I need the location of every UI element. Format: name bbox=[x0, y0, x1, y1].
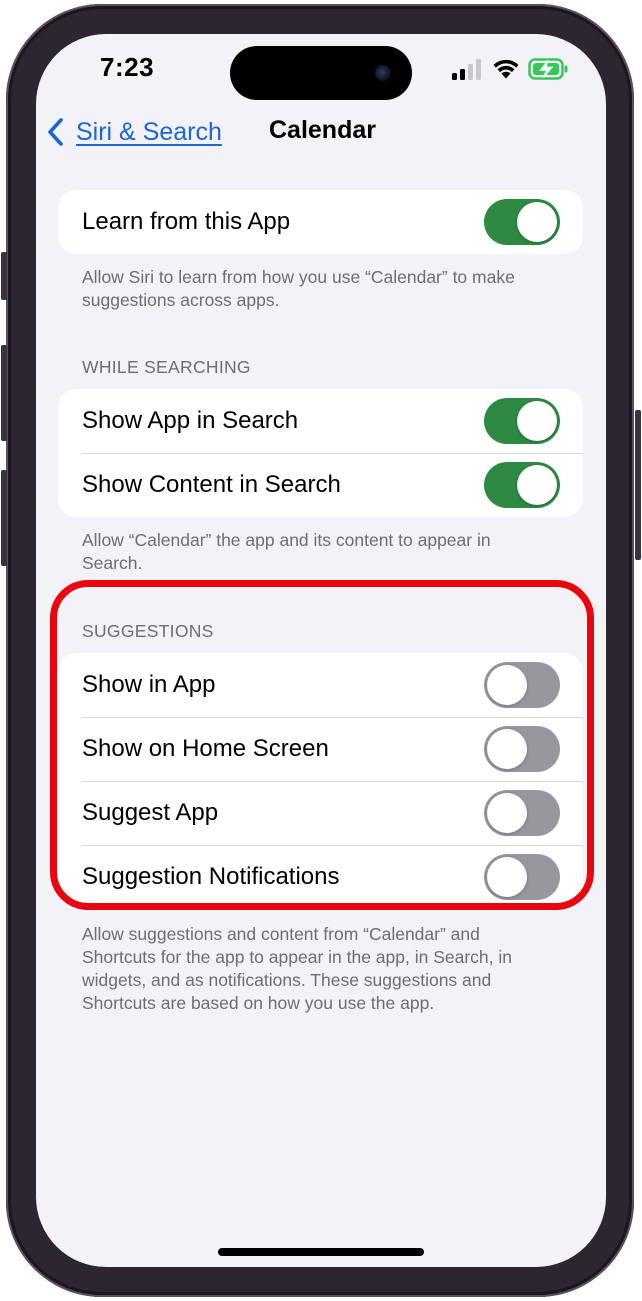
battery-charging-icon bbox=[528, 58, 568, 80]
toggle-knob bbox=[517, 202, 557, 242]
show-app-in-search-label: Show App in Search bbox=[82, 407, 299, 434]
status-time: 7:23 bbox=[100, 52, 155, 82]
wifi-icon bbox=[493, 59, 519, 79]
dynamic-island bbox=[230, 46, 412, 100]
learn-footer: Allow Siri to learn from how you use “Ca… bbox=[82, 267, 515, 310]
while-searching-group: Show App in Search Show Content in Searc… bbox=[58, 389, 583, 517]
suggestion-notifications-label: Suggestion Notifications bbox=[82, 863, 340, 890]
show-on-home-screen-toggle[interactable] bbox=[484, 726, 560, 772]
show-on-home-screen-label: Show on Home Screen bbox=[82, 735, 329, 762]
show-content-in-search-row: Show Content in Search bbox=[58, 453, 583, 517]
cellular-signal-icon bbox=[452, 59, 481, 80]
toggle-knob bbox=[487, 793, 527, 833]
learn-from-app-toggle[interactable] bbox=[484, 199, 560, 245]
suggestions-group: Show in App Show on Home Screen Suggest … bbox=[58, 653, 583, 909]
show-content-in-search-toggle[interactable] bbox=[484, 462, 560, 508]
toggle-knob bbox=[487, 729, 527, 769]
volume-up-button bbox=[1, 345, 7, 441]
back-button[interactable]: Siri & Search bbox=[46, 112, 222, 152]
toggle-knob bbox=[487, 857, 527, 897]
learn-group: Learn from this App bbox=[58, 190, 583, 254]
suggest-app-row: Suggest App bbox=[58, 781, 583, 845]
learn-from-app-row: Learn from this App bbox=[58, 190, 583, 254]
suggest-app-label: Suggest App bbox=[82, 799, 219, 826]
page-title: Calendar bbox=[269, 116, 376, 144]
show-in-app-label: Show in App bbox=[82, 671, 216, 698]
volume-down-button bbox=[1, 470, 7, 566]
toggle-knob bbox=[517, 401, 557, 441]
suggestion-notifications-row: Suggestion Notifications bbox=[58, 845, 583, 909]
suggestion-notifications-toggle[interactable] bbox=[484, 854, 560, 900]
toggle-knob bbox=[517, 465, 557, 505]
learn-from-app-label: Learn from this App bbox=[82, 208, 291, 235]
while-searching-footer: Allow “Calendar” the app and its content… bbox=[82, 530, 491, 573]
show-content-in-search-label: Show Content in Search bbox=[82, 471, 341, 498]
show-on-home-screen-row: Show on Home Screen bbox=[58, 717, 583, 781]
show-in-app-toggle[interactable] bbox=[484, 662, 560, 708]
toggle-knob bbox=[487, 665, 527, 705]
show-in-app-row: Show in App bbox=[58, 653, 583, 717]
suggestions-header: SUGGESTIONS bbox=[82, 621, 214, 641]
home-indicator[interactable] bbox=[218, 1248, 424, 1256]
chevron-left-icon bbox=[48, 118, 63, 146]
show-app-in-search-row: Show App in Search bbox=[58, 389, 583, 453]
front-camera-icon bbox=[375, 65, 391, 81]
back-button-label: Siri & Search bbox=[76, 117, 222, 146]
show-app-in-search-toggle[interactable] bbox=[484, 398, 560, 444]
action-button bbox=[1, 252, 7, 300]
power-button bbox=[635, 410, 641, 560]
suggestions-footer: Allow suggestions and content from “Cale… bbox=[82, 924, 512, 1013]
while-searching-header: WHILE SEARCHING bbox=[82, 357, 251, 377]
suggest-app-toggle[interactable] bbox=[484, 790, 560, 836]
